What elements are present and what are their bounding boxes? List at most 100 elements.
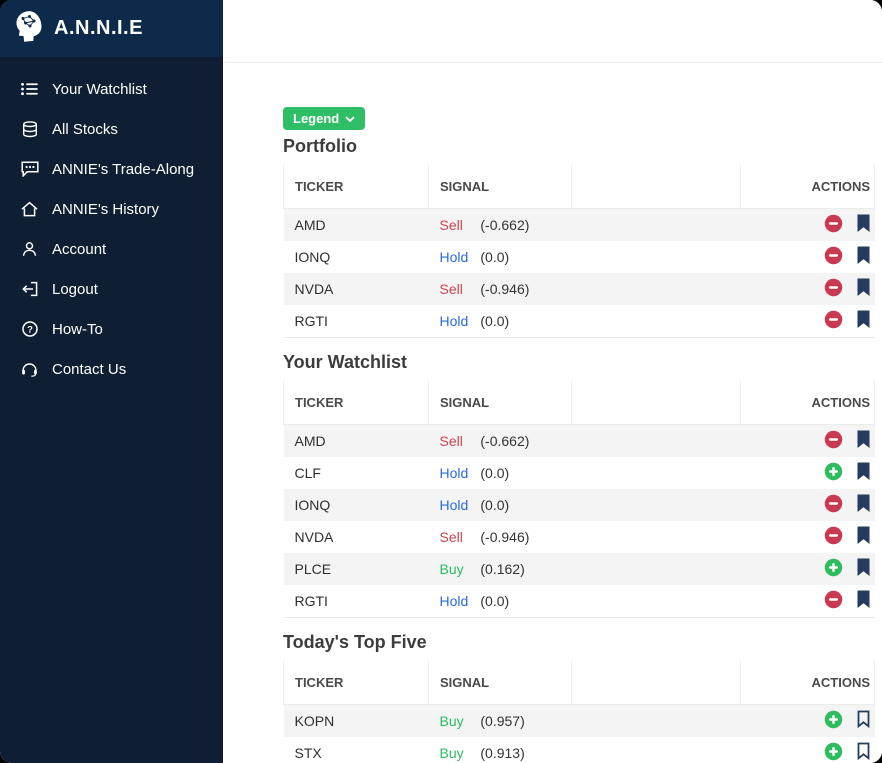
sidebar-item-your-watchlist[interactable]: Your Watchlist (0, 69, 223, 109)
signal-value: (0.957) (477, 713, 525, 729)
sidebar-item-how-to[interactable]: ?How-To (0, 309, 223, 349)
add-to-watchlist-button[interactable] (824, 558, 843, 580)
annie-logo-icon (14, 10, 44, 48)
sidebar-item-label: ANNIE's Trade-Along (52, 161, 194, 178)
stock-row-nvda: NVDASell (-0.946) (284, 521, 875, 553)
bookmark-filled-icon (856, 526, 871, 548)
bookmark-button[interactable] (856, 710, 871, 732)
ticker-cell: STX (284, 737, 429, 763)
sidebar-item-label: All Stocks (52, 121, 118, 138)
contact-headset-icon (20, 361, 39, 377)
content-area: Legend Portfolio TICKER SIGNAL ACTIONS (223, 63, 882, 763)
minus-circle-icon (824, 430, 843, 452)
sidebar-item-all-stocks[interactable]: All Stocks (0, 109, 223, 149)
bookmark-button[interactable] (856, 462, 871, 484)
bookmark-filled-icon (856, 494, 871, 516)
signal-value: (0.0) (477, 249, 510, 265)
signal-value: (-0.662) (477, 433, 530, 449)
signal-value: (0.0) (477, 465, 510, 481)
bookmark-button[interactable] (856, 526, 871, 548)
signal-cell: Hold (0.0) (429, 241, 572, 273)
sidebar-item-label: ANNIE's History (52, 201, 159, 218)
spacer-cell (572, 553, 741, 585)
actions-cell (741, 305, 875, 338)
remove-from-watchlist-button[interactable] (824, 278, 843, 300)
remove-from-watchlist-button[interactable] (824, 526, 843, 548)
stocks-coins-icon (20, 121, 39, 138)
minus-circle-icon (824, 494, 843, 516)
stock-row-plce: PLCEBuy (0.162) (284, 553, 875, 585)
bookmark-filled-icon (856, 310, 871, 332)
signal-value: (-0.946) (477, 281, 530, 297)
watchlist-list-icon (20, 82, 39, 96)
remove-from-watchlist-button[interactable] (824, 246, 843, 268)
signal-value: (0.0) (477, 313, 510, 329)
bookmark-filled-icon (856, 462, 871, 484)
spacer-cell (572, 305, 741, 338)
bookmark-button[interactable] (856, 214, 871, 236)
bookmark-button[interactable] (856, 558, 871, 580)
table-header-row: TICKER SIGNAL ACTIONS (284, 661, 875, 705)
bookmark-button[interactable] (856, 742, 871, 763)
stock-row-ionq: IONQHold (0.0) (284, 489, 875, 521)
remove-from-watchlist-button[interactable] (824, 214, 843, 236)
column-header-signal: SIGNAL (429, 661, 572, 705)
sidebar-item-label: Your Watchlist (52, 81, 147, 98)
spacer-cell (572, 737, 741, 763)
history-home-icon (20, 201, 39, 217)
sidebar-item-label: Logout (52, 281, 98, 298)
sidebar-item-contact-us[interactable]: Contact Us (0, 349, 223, 389)
ticker-cell: IONQ (284, 489, 429, 521)
column-header-signal: SIGNAL (429, 381, 572, 425)
ticker-cell: PLCE (284, 553, 429, 585)
signal-label: Buy (440, 713, 477, 729)
legend-button[interactable]: Legend (283, 107, 365, 130)
stock-row-stx: STXBuy (0.913) (284, 737, 875, 763)
add-to-watchlist-button[interactable] (824, 742, 843, 763)
actions-cell (741, 209, 875, 242)
add-to-watchlist-button[interactable] (824, 710, 843, 732)
bookmark-filled-icon (856, 590, 871, 612)
signal-label: Hold (440, 465, 477, 481)
plus-circle-icon (824, 742, 843, 763)
sidebar-item-logout[interactable]: Logout (0, 269, 223, 309)
ticker-cell: IONQ (284, 241, 429, 273)
bookmark-button[interactable] (856, 590, 871, 612)
sidebar-item-annie-s-trade-along[interactable]: ANNIE's Trade-Along (0, 149, 223, 189)
bookmark-button[interactable] (856, 310, 871, 332)
remove-from-watchlist-button[interactable] (824, 494, 843, 516)
column-header-signal: SIGNAL (429, 165, 572, 209)
spacer-cell (572, 457, 741, 489)
signal-label: Sell (440, 433, 477, 449)
column-header-actions: ACTIONS (741, 661, 875, 705)
sidebar-item-account[interactable]: Account (0, 229, 223, 269)
plus-circle-icon (824, 462, 843, 484)
bookmark-button[interactable] (856, 430, 871, 452)
table-header-row: TICKER SIGNAL ACTIONS (284, 381, 875, 425)
sidebar-item-annie-s-history[interactable]: ANNIE's History (0, 189, 223, 229)
spacer-cell (572, 209, 741, 242)
bookmark-filled-icon (856, 430, 871, 452)
ticker-cell: CLF (284, 457, 429, 489)
actions-cell (741, 457, 875, 489)
bookmark-outline-icon (856, 710, 871, 732)
bookmark-button[interactable] (856, 278, 871, 300)
signal-value: (0.0) (477, 593, 510, 609)
ticker-cell: AMD (284, 425, 429, 458)
add-to-watchlist-button[interactable] (824, 462, 843, 484)
signal-label: Buy (440, 745, 477, 761)
section-title-top-five: Today's Top Five (283, 632, 875, 653)
signal-cell: Sell (-0.946) (429, 521, 572, 553)
signal-cell: Buy (0.913) (429, 737, 572, 763)
actions-cell (741, 737, 875, 763)
minus-circle-icon (824, 526, 843, 548)
bookmark-button[interactable] (856, 246, 871, 268)
stock-row-rgti: RGTIHold (0.0) (284, 585, 875, 618)
signal-label: Sell (440, 217, 477, 233)
actions-cell (741, 425, 875, 458)
remove-from-watchlist-button[interactable] (824, 430, 843, 452)
remove-from-watchlist-button[interactable] (824, 310, 843, 332)
bookmark-button[interactable] (856, 494, 871, 516)
portfolio-table: TICKER SIGNAL ACTIONS AMDSell (-0.662)IO… (283, 165, 875, 338)
remove-from-watchlist-button[interactable] (824, 590, 843, 612)
